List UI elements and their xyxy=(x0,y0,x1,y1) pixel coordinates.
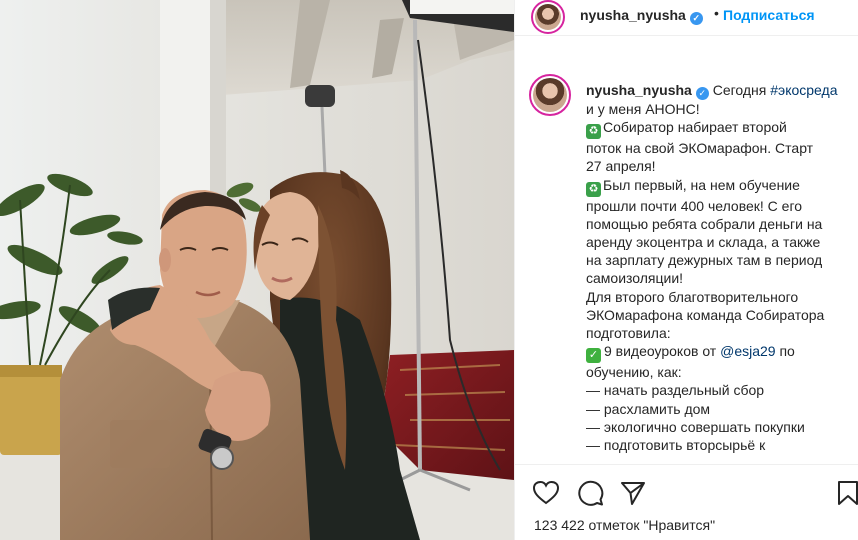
post-panel: nyusha_nyusha ✓ • Подписаться nyusha_nyus… xyxy=(514,0,858,540)
verified-badge-icon: ✓ xyxy=(695,87,709,100)
post-photo[interactable] xyxy=(0,0,514,540)
caption-line: прошли почти 400 человек! С его xyxy=(586,197,803,214)
caption-line: поток на свой ЭКОмарафон. Старт xyxy=(586,140,814,157)
post-actions-bar: 123 422 отметок "Нравится" xyxy=(515,464,858,540)
caption-text-fragment: Сегодня xyxy=(712,82,767,98)
caption-line: обучению, как: xyxy=(586,364,682,381)
caption-line: ЭКОмарафона команда Собиратора xyxy=(586,306,825,323)
follow-button[interactable]: Подписаться xyxy=(723,7,815,23)
caption-username[interactable]: nyusha_nyusha xyxy=(586,82,692,98)
author-username[interactable]: nyusha_nyusha ✓ xyxy=(580,7,703,25)
post-header: nyusha_nyusha ✓ • Подписаться xyxy=(515,0,858,36)
caption-line: помощью ребята собрали деньги на xyxy=(586,215,823,232)
verified-badge-icon: ✓ xyxy=(689,12,703,25)
caption-text: nyusha_nyusha ✓ Сегодня #экосреда и у мен… xyxy=(586,81,854,454)
heart-icon[interactable] xyxy=(532,479,560,507)
bookmark-icon[interactable] xyxy=(834,479,858,507)
caption-avatar[interactable] xyxy=(529,74,571,116)
comment-icon[interactable] xyxy=(576,479,604,507)
post-photo-image xyxy=(0,0,514,540)
caption-line: аренду экоцентра и склада, а также xyxy=(586,234,821,251)
recycle-emoji-icon: ♻ xyxy=(586,124,601,140)
post-caption: nyusha_nyusha ✓ Сегодня #экосреда и у мен… xyxy=(515,70,858,462)
caption-line: — экологично совершать покупки xyxy=(586,418,805,435)
caption-text-fragment: Собиратор набирает второй xyxy=(603,119,787,136)
caption-text-fragment: 9 видеоуроков от xyxy=(604,343,717,360)
author-avatar[interactable] xyxy=(531,0,565,34)
caption-line: — расхламить дом xyxy=(586,400,711,417)
caption-line: подготовила: xyxy=(586,325,671,342)
check-mark-emoji-icon: ✓ xyxy=(586,348,601,364)
caption-line: на зарплату дежурных там в период xyxy=(586,252,823,269)
caption-text-fragment: по xyxy=(779,343,795,360)
caption-line: и у меня АНОНС! xyxy=(586,101,700,117)
caption-line: Для второго благотворительного xyxy=(586,288,799,305)
recycle-emoji-icon: ♻ xyxy=(586,181,601,197)
caption-line: 27 апреля! xyxy=(586,158,656,175)
caption-line: ✓ 9 видеоуроков от @esja29 по xyxy=(586,342,854,364)
paper-plane-icon[interactable] xyxy=(619,479,647,507)
caption-line: — подготовить вторсырьё к xyxy=(586,437,766,454)
mention-link[interactable]: @esja29 xyxy=(720,343,775,359)
author-username-text: nyusha_nyusha xyxy=(580,7,686,23)
caption-line: самоизоляции! xyxy=(586,270,684,287)
hashtag-link[interactable]: #экосреда xyxy=(770,82,837,98)
caption-line: ♻ Собиратор набирает второй xyxy=(586,118,854,140)
caption-line: ♻ Был первый, на нем обучение xyxy=(586,176,854,197)
caption-text-fragment: Был первый, на нем обучение xyxy=(603,176,800,193)
likes-count[interactable]: 123 422 отметок "Нравится" xyxy=(534,517,715,533)
caption-line: nyusha_nyusha ✓ Сегодня #экосреда xyxy=(586,81,854,100)
header-separator: • xyxy=(714,5,719,21)
caption-line: — начать раздельный сбор xyxy=(586,382,765,399)
